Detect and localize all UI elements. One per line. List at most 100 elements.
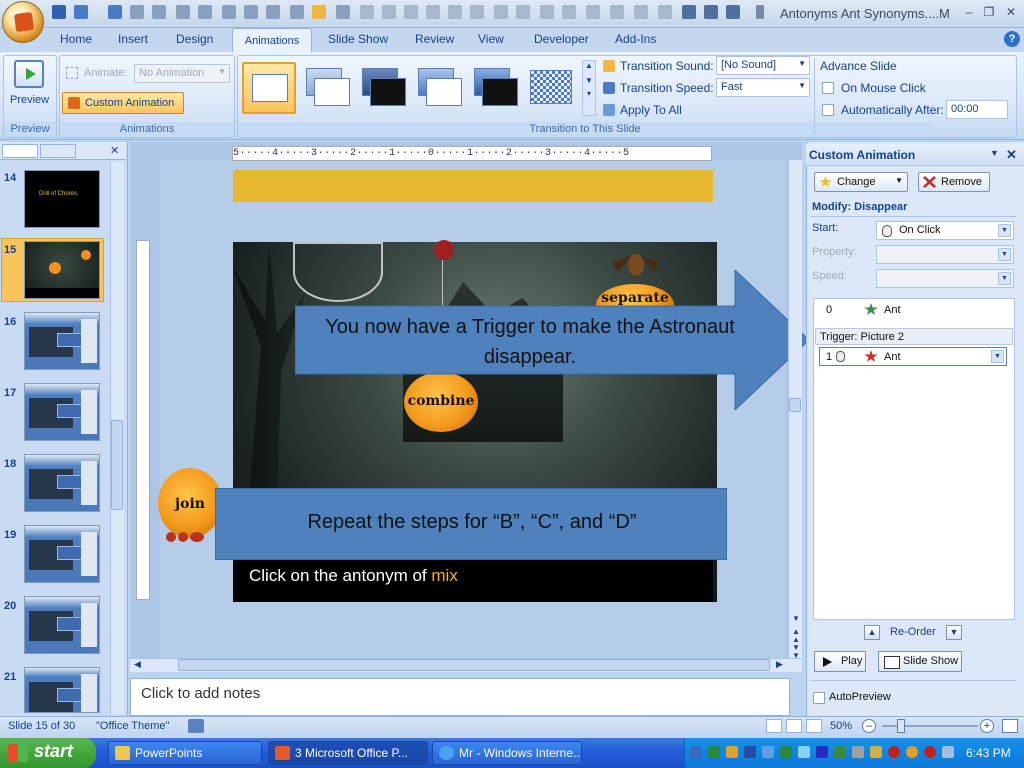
zoom-out-icon[interactable]: – <box>862 719 876 733</box>
qat-icon-6[interactable] <box>244 5 258 19</box>
start-select[interactable]: On Click ▼ <box>876 221 1014 240</box>
redo-icon[interactable] <box>108 5 122 19</box>
chevron-down-icon[interactable]: ▼ <box>990 148 999 158</box>
font-grow-icon[interactable] <box>426 5 440 19</box>
qat-icon-23[interactable] <box>726 5 740 19</box>
qat-icon-2[interactable] <box>152 5 166 19</box>
slide-thumb-15[interactable] <box>24 241 100 299</box>
auto-after-checkbox[interactable] <box>822 104 834 116</box>
tray-icon[interactable] <box>924 746 936 758</box>
qat-icon-9[interactable] <box>312 5 326 19</box>
tray-icon[interactable] <box>798 746 810 758</box>
move-down-icon[interactable]: ▼ <box>946 625 962 640</box>
tab-design[interactable]: Design <box>176 32 213 46</box>
auto-after-time-input[interactable]: 00:00 <box>946 100 1008 119</box>
title-band[interactable] <box>233 170 713 202</box>
zoom-in-icon[interactable]: + <box>980 719 994 733</box>
tray-icon[interactable] <box>852 746 864 758</box>
tray-icon[interactable] <box>888 746 900 758</box>
tray-icon[interactable] <box>690 746 702 758</box>
transition-fade-smooth-thumb[interactable] <box>300 62 354 114</box>
slide-thumb-17[interactable] <box>24 383 100 441</box>
animation-item-selected[interactable]: 1 Ant ▼ <box>819 347 1007 366</box>
qat-customize-icon[interactable] <box>756 5 764 19</box>
slide-show-button[interactable]: Slide Show <box>878 651 962 672</box>
preview-button[interactable]: Preview <box>10 94 49 106</box>
change-button[interactable]: Change ▼ <box>814 172 908 192</box>
custom-animation-button[interactable]: Custom Animation <box>62 92 184 114</box>
qat-icon-10[interactable] <box>336 5 350 19</box>
tab-animations[interactable]: Animations <box>232 28 312 53</box>
notes-pane[interactable]: Click to add notes <box>130 678 790 716</box>
slideshow-view-icon[interactable] <box>806 719 822 733</box>
subscript-icon[interactable] <box>682 5 696 19</box>
autopreview-checkbox[interactable] <box>813 692 825 704</box>
spellcheck-icon[interactable] <box>188 719 204 733</box>
qat-icon-14[interactable] <box>470 5 484 19</box>
minimize-button[interactable]: – <box>960 4 978 20</box>
transition-cut-thumb[interactable] <box>412 62 466 114</box>
remove-button[interactable]: Remove <box>918 172 990 192</box>
qat-icon-12[interactable] <box>382 5 396 19</box>
tray-icon[interactable] <box>834 746 846 758</box>
transition-sound-select[interactable]: [No Sound] ▼ <box>716 56 810 75</box>
font-shrink-icon[interactable] <box>448 5 462 19</box>
normal-view-icon[interactable] <box>766 719 782 733</box>
gallery-scroll[interactable]: ▲ ▼ ▾ <box>582 60 596 116</box>
tab-view[interactable]: View <box>478 32 504 46</box>
chevron-up-icon[interactable]: ▲ <box>583 61 595 70</box>
qat-icon-21[interactable] <box>634 5 648 19</box>
tray-icon[interactable] <box>870 746 882 758</box>
restore-button[interactable]: ❐ <box>980 4 998 20</box>
qat-icon-18[interactable] <box>562 5 576 19</box>
qat-icon-3[interactable] <box>176 5 190 19</box>
save-icon[interactable] <box>52 5 66 19</box>
tab-insert[interactable]: Insert <box>118 32 148 46</box>
slide-sorter-icon[interactable] <box>786 719 802 733</box>
gallery-more-icon[interactable]: ▾ <box>583 89 595 98</box>
qat-icon-17[interactable] <box>540 5 554 19</box>
scroll-down-icon[interactable]: ▼ <box>792 614 800 623</box>
tab-add-ins[interactable]: Add-Ins <box>615 32 656 46</box>
chevron-down-icon[interactable]: ▼ <box>583 76 595 85</box>
transition-cut-black-thumb[interactable] <box>468 62 522 114</box>
previous-slide-icon[interactable]: ▲ ▲ <box>792 628 800 644</box>
close-button[interactable]: ✕ <box>1002 4 1020 20</box>
scroll-right-icon[interactable]: ▶ <box>776 659 783 670</box>
bluetooth-icon[interactable] <box>816 746 828 758</box>
qat-icon-15[interactable] <box>494 5 508 19</box>
tab-outline[interactable] <box>40 144 76 158</box>
animate-select[interactable]: No Animation ▼ <box>134 64 230 83</box>
ant-icon[interactable] <box>166 530 212 544</box>
slide-vertical-scroll-thumb[interactable] <box>789 398 801 412</box>
chevron-down-icon[interactable]: ▼ <box>991 350 1004 363</box>
move-up-icon[interactable]: ▲ <box>864 625 880 640</box>
slide-thumb-14[interactable]: Drill of Chores <box>24 170 100 228</box>
pumpkin-join[interactable]: join <box>158 468 222 538</box>
qat-icon-22[interactable] <box>658 5 672 19</box>
transition-dissolve-thumb[interactable] <box>524 62 578 114</box>
slides-panel-scroll-thumb[interactable] <box>111 420 123 510</box>
play-button[interactable]: Play <box>814 651 866 672</box>
taskbar-internet-explorer[interactable]: Mr - Windows Interne... <box>432 741 582 765</box>
tray-icon[interactable] <box>780 746 792 758</box>
taskbar-powerpoints[interactable]: PowerPoints <box>108 741 262 765</box>
zoom-slider-handle[interactable] <box>897 719 905 733</box>
tray-icon[interactable] <box>726 746 738 758</box>
office-button[interactable] <box>2 1 44 43</box>
volume-icon[interactable] <box>942 746 954 758</box>
tray-icon[interactable] <box>708 746 720 758</box>
taskbar-powerpoint-group[interactable]: 3 Microsoft Office P... <box>268 741 428 765</box>
qat-icon-11[interactable] <box>360 5 374 19</box>
undo-icon[interactable] <box>74 5 88 19</box>
qat-icon-13[interactable] <box>404 5 418 19</box>
tray-icon[interactable] <box>762 746 774 758</box>
superscript-icon[interactable] <box>704 5 718 19</box>
animation-item-name[interactable]: Ant <box>884 304 901 316</box>
close-icon[interactable]: ✕ <box>110 144 119 157</box>
zoom-level[interactable]: 50% <box>830 720 852 732</box>
tray-icon[interactable] <box>906 746 918 758</box>
preview-icon[interactable] <box>14 60 44 88</box>
slide-thumb-18[interactable] <box>24 454 100 512</box>
qat-icon-7[interactable] <box>266 5 280 19</box>
